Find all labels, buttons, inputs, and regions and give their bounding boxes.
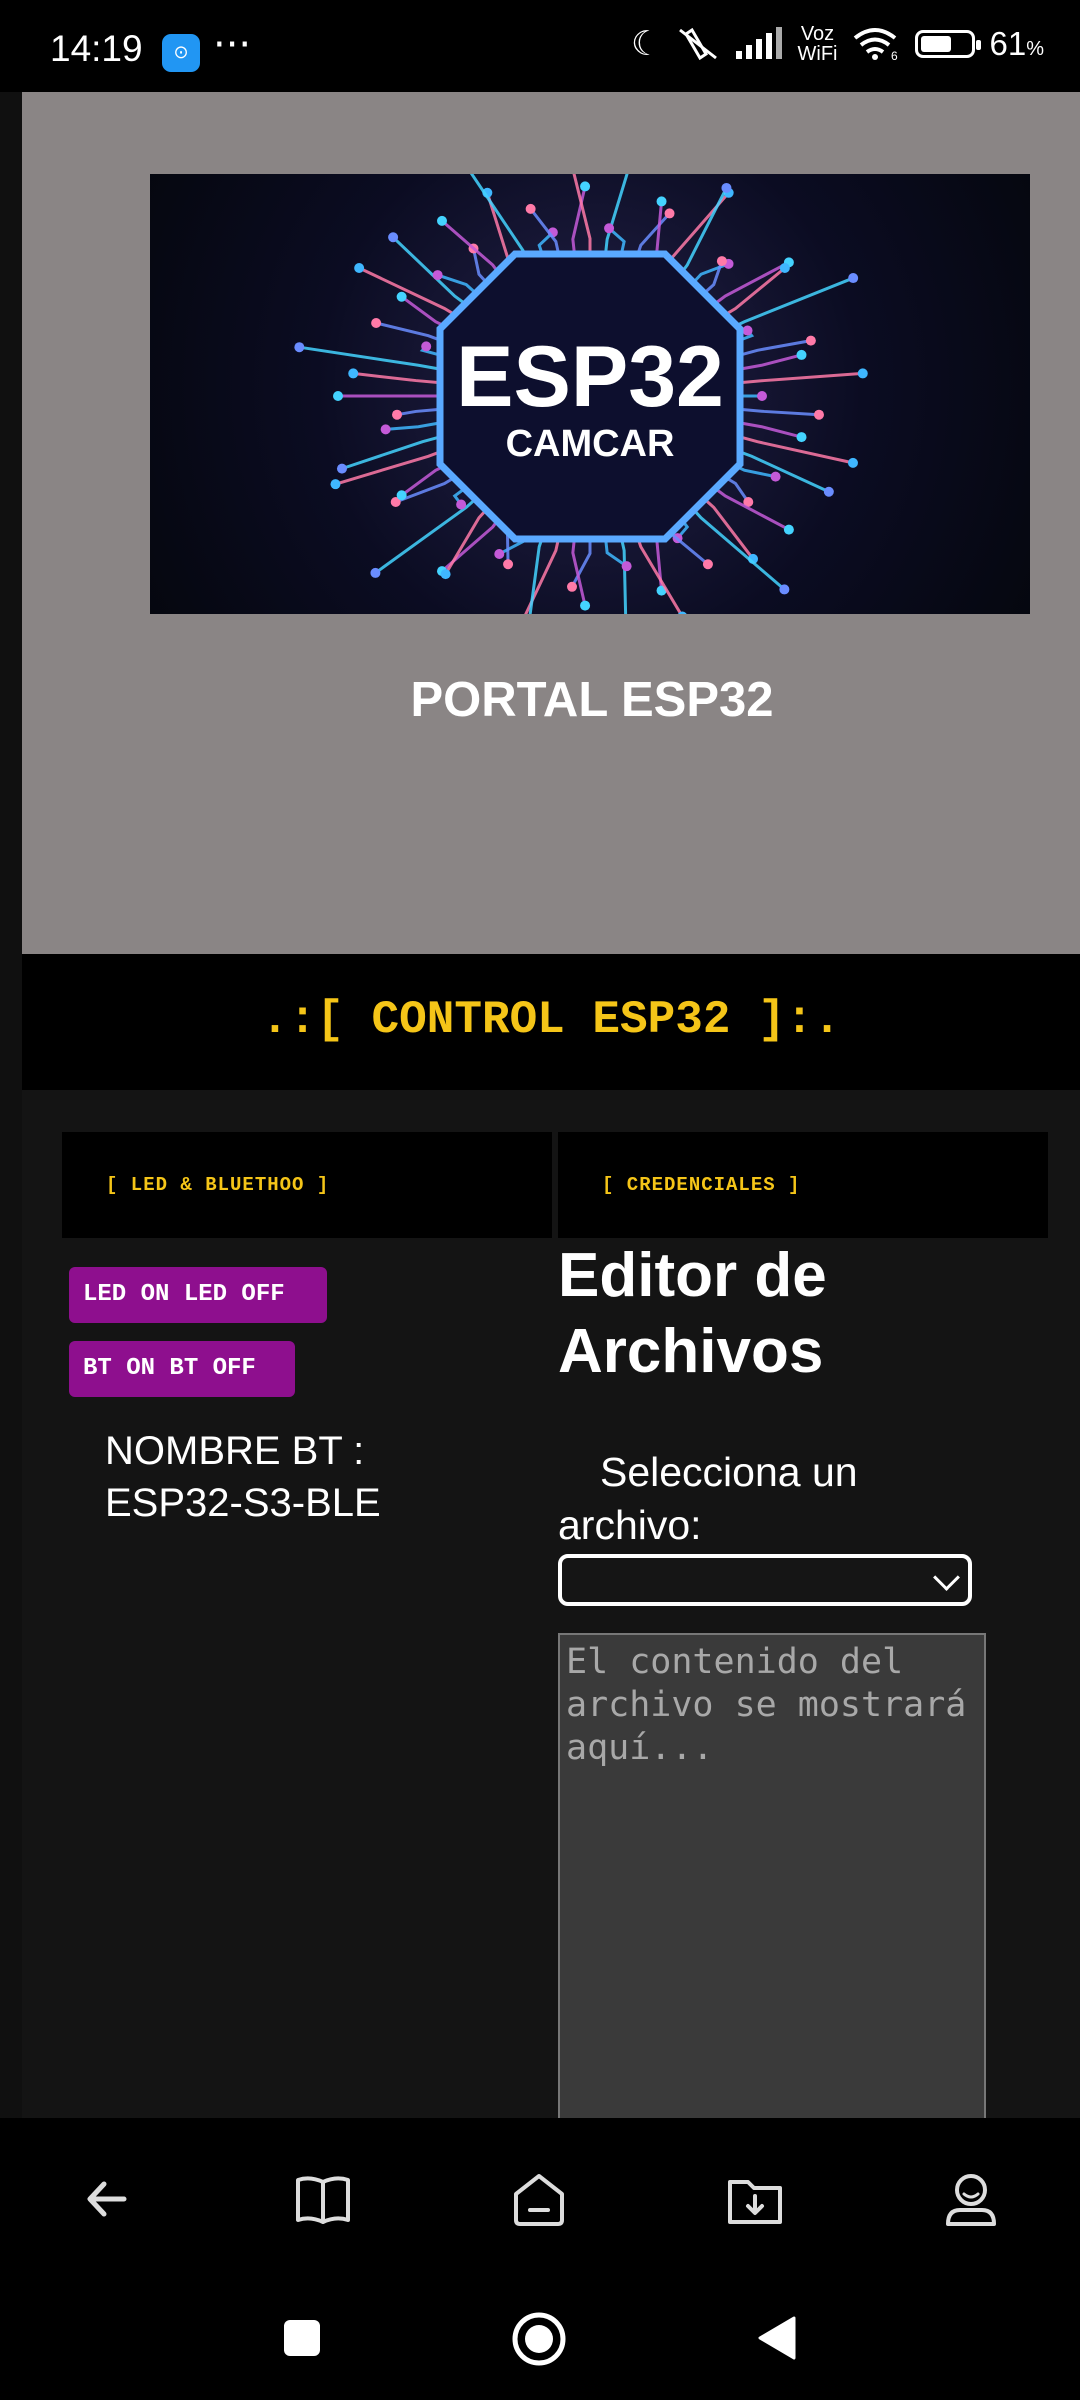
home-icon[interactable] [508,2168,570,2230]
status-time: 14:19 [50,28,143,69]
esp32-banner-image: ESP32 CAMCAR [150,174,1030,614]
book-icon[interactable] [292,2168,354,2230]
profile-icon[interactable] [940,2168,1002,2230]
battery-percent: 61% [989,25,1044,62]
control-title: .:[ CONTROL ESP32 ]:. [261,994,841,1046]
control-strip: .:[ CONTROL ESP32 ]:. [22,954,1080,1090]
bt-name-block: NOMBRE BT : ESP32-S3-BLE [105,1425,535,1529]
bt-name-label: NOMBRE BT : [105,1429,365,1473]
browser-nav-bar [0,2118,1080,2274]
system-nav-bar [0,2274,1080,2400]
recents-icon[interactable] [282,2318,322,2358]
tab-credenciales-label: [ CREDENCIALES ] [602,1174,801,1196]
tab-led-bluetooth-label: [ LED & BLUETHOO ] [106,1174,330,1196]
signal-icon [735,27,782,59]
status-bar: 14:19 ⊙ ··· ☾ Voz WiFi 6 61% [0,0,1080,92]
tab-led-bluetooth[interactable]: [ LED & BLUETHOO ] [62,1132,552,1238]
vibrate-off-icon [678,27,717,61]
banner-subtitle: CAMCAR [506,423,675,465]
file-select[interactable] [558,1554,972,1606]
back-triangle-icon[interactable] [754,2314,798,2362]
svg-text:6: 6 [891,49,898,62]
bt-name-value: ESP32-S3-BLE [105,1481,381,1525]
file-content-textarea[interactable] [558,1633,986,2133]
wifi-icon: 6 [854,28,898,62]
page-left-edge [0,92,22,2118]
more-icon: ··· [213,22,252,68]
home-circle-icon[interactable] [510,2310,568,2368]
battery-icon [915,30,982,58]
status-icons: ☾ Voz WiFi 6 61% [631,24,1044,64]
app-icon: ⊙ [162,34,200,72]
voz-wifi-label: Voz WiFi [797,23,838,65]
bt-toggle-button[interactable]: BT ON BT OFF [69,1341,295,1397]
file-select-label: Selecciona un archivo: [558,1449,858,1548]
led-toggle-button[interactable]: LED ON LED OFF [69,1267,327,1323]
portal-header: ESP32 CAMCAR PORTAL ESP32 [22,92,1080,954]
back-icon[interactable] [76,2168,138,2230]
portal-title: PORTAL ESP32 [410,673,774,727]
tab-credenciales[interactable]: [ CREDENCIALES ] [558,1132,1048,1238]
editor-title: Editor de Archivos [558,1241,827,1386]
banner-title: ESP32 [456,329,724,425]
moon-icon: ☾ [631,24,662,64]
download-icon[interactable] [724,2168,786,2230]
chevron-down-icon [933,1564,960,1591]
